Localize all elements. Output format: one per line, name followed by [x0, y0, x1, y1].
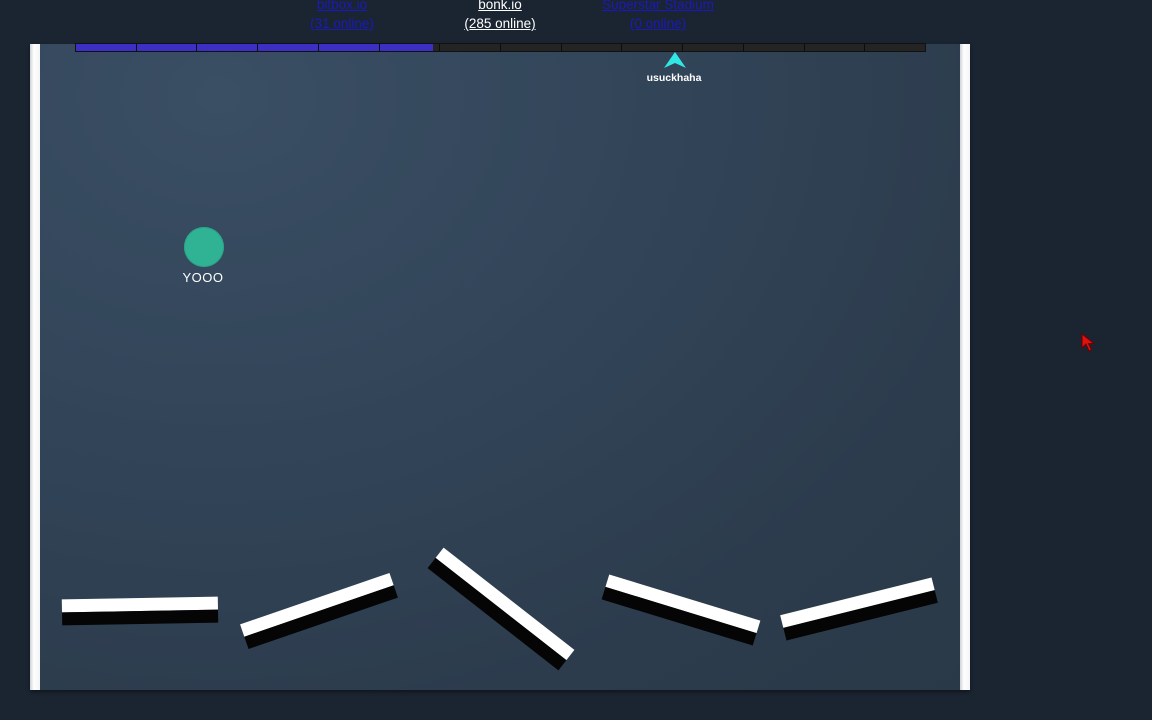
site-link-bitbox-online[interactable]: (31 online)	[280, 14, 404, 33]
xp-bar-segment	[865, 44, 925, 51]
xp-bar-segment	[805, 44, 866, 51]
site-link-superstar-online[interactable]: (0 online)	[592, 14, 724, 33]
site-link-bonk-name[interactable]: bonk.io	[440, 0, 560, 14]
xp-bar-segment	[501, 44, 562, 51]
site-link-bonk[interactable]: bonk.io (285 online)	[440, 0, 560, 33]
xp-bar-segment	[197, 44, 259, 51]
site-link-bonk-online[interactable]: (285 online)	[440, 14, 560, 33]
xp-bar-segment	[137, 44, 198, 51]
left-wall	[30, 44, 40, 690]
xp-bar-segment	[440, 44, 502, 51]
xp-bar-segment	[562, 44, 623, 51]
xp-bar-segment	[258, 44, 319, 51]
site-link-superstar[interactable]: Superstar Stadium (0 online)	[592, 0, 724, 33]
xp-bar-segment	[380, 44, 441, 51]
arrow-player-name-label: usuckhaha	[646, 72, 702, 84]
player-ball	[184, 227, 224, 267]
arrow-player-icon	[664, 52, 686, 68]
site-link-bitbox[interactable]: bitbox.io (31 online)	[280, 0, 404, 33]
xp-bar-segment	[744, 44, 805, 51]
xp-bar	[75, 43, 926, 52]
xp-bar-segment	[622, 44, 684, 51]
right-wall	[960, 44, 970, 690]
site-link-superstar-name[interactable]: Superstar Stadium	[592, 0, 724, 14]
xp-bar-segment	[319, 44, 380, 51]
red-cursor-icon	[1081, 333, 1096, 352]
site-link-bitbox-name[interactable]: bitbox.io	[280, 0, 404, 14]
platform	[61, 596, 219, 626]
player-name-label: YOOO	[182, 270, 224, 285]
xp-bar-segment	[76, 44, 137, 51]
xp-bar-segment	[683, 44, 744, 51]
